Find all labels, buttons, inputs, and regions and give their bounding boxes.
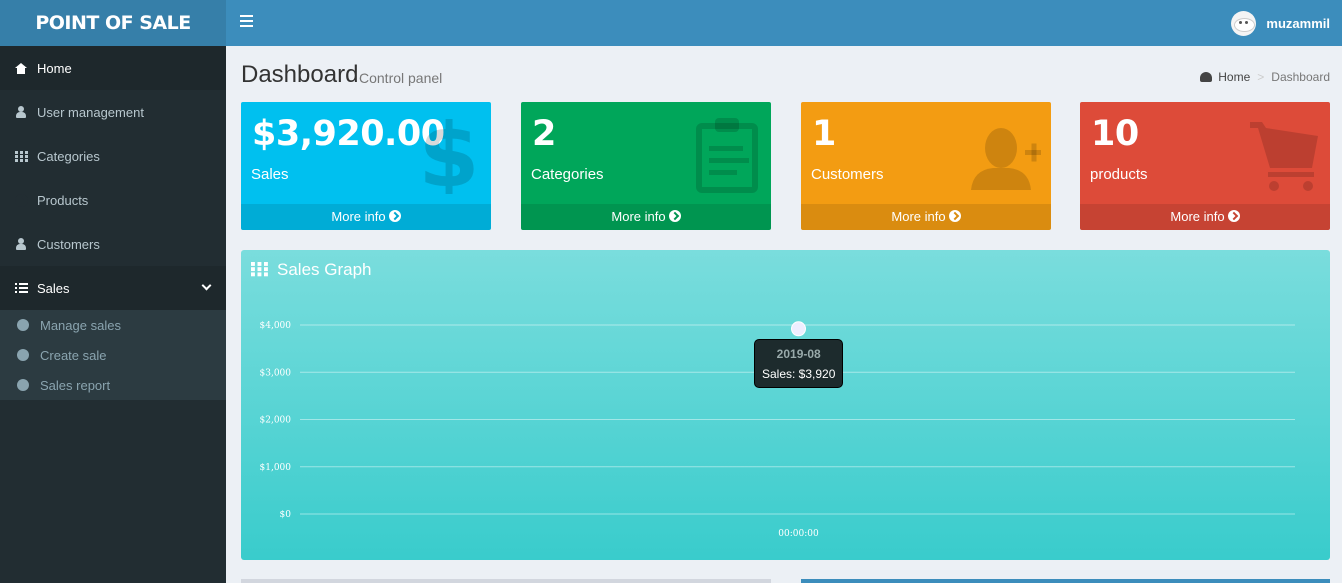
breadcrumb: Home > Dashboard (1200, 70, 1330, 84)
sidebar-item-home[interactable]: Home (0, 46, 226, 90)
submenu-item-label: Sales report (40, 377, 111, 393)
chevron-down-icon (201, 280, 212, 291)
sidebar-item-categories[interactable]: Categories (0, 134, 226, 178)
submenu-item-sales-report[interactable]: Sales report (0, 370, 226, 400)
sidebar-item-sales[interactable]: Sales (0, 266, 226, 310)
stat-value: 1 (812, 114, 836, 154)
data-point[interactable] (791, 321, 806, 337)
more-info-link[interactable]: More info (1080, 204, 1330, 230)
submenu-item-create-sale[interactable]: Create sale (0, 340, 226, 370)
more-info-link[interactable]: More info (521, 204, 771, 230)
submenu-item-label: Manage sales (40, 317, 121, 333)
sidebar: Home User management Categories Products… (0, 46, 226, 583)
breadcrumb-home-link[interactable]: Home (1218, 70, 1250, 84)
sidebar-toggle-icon[interactable] (240, 15, 253, 29)
y-tick-label: $2,000 (260, 416, 292, 426)
svg-text:$: $ (418, 114, 479, 194)
tooltip-value: Sales: $3,920 (762, 366, 836, 381)
arrow-circle-right-icon (668, 210, 681, 222)
sidebar-item-label: Home (37, 60, 72, 76)
stat-label: Sales (251, 166, 289, 183)
product-p-icon (14, 193, 28, 207)
home-icon (14, 61, 28, 75)
y-tick-label: $4,000 (260, 321, 292, 331)
submenu-item-label: Create sale (40, 347, 107, 363)
dollar-icon: $ (418, 114, 479, 194)
user-icon (14, 105, 28, 119)
x-tick-label: 00:00:00 (778, 529, 819, 539)
sales-line-chart: $0 $1,000 $2,000 $3,000 $4,000 00:00:00 (260, 321, 1295, 539)
panel-top-edge (801, 579, 1330, 583)
y-tick-label: $0 (280, 510, 292, 520)
customers-stat-box: 1 Customers More info (801, 102, 1051, 230)
clipboard-icon (696, 118, 758, 193)
sidebar-item-label: Customers (37, 236, 100, 252)
sidebar-item-label: User management (37, 104, 144, 120)
app-logo[interactable]: POINT OF SALE (0, 0, 226, 46)
stat-label: Customers (811, 166, 884, 183)
tooltip-date: 2019-08 (776, 346, 821, 361)
stat-value: 2 (532, 114, 556, 154)
th-icon (14, 149, 28, 163)
y-tick-label: $1,000 (260, 463, 292, 473)
panel-top-edge (241, 579, 771, 583)
sidebar-item-label: Products (37, 192, 89, 208)
cart-icon (1250, 122, 1318, 191)
sidebar-item-label: Sales (37, 280, 70, 296)
list-icon (14, 281, 28, 295)
sales-submenu: Manage sales Create sale Sales report (0, 310, 226, 400)
stat-label: products (1090, 166, 1148, 183)
dashboard-icon (1200, 72, 1213, 82)
circle-icon (17, 379, 29, 391)
sales-stat-box: $3,920.00 Sales $ More info (241, 102, 491, 230)
more-info-link[interactable]: More info (241, 204, 491, 230)
user-menu[interactable]: muzammil (1231, 9, 1330, 37)
sidebar-item-customers[interactable]: Customers (0, 222, 226, 266)
sidebar-item-products[interactable]: Products (0, 178, 226, 222)
sidebar-item-label: Categories (37, 148, 100, 164)
breadcrumb-current: Dashboard (1271, 70, 1330, 84)
page-title: Dashboard (241, 61, 359, 88)
arrow-circle-right-icon (948, 210, 961, 222)
user-plus-icon (971, 128, 1041, 190)
avatar (1231, 10, 1257, 36)
submenu-item-manage-sales[interactable]: Manage sales (0, 310, 226, 340)
user-icon (14, 237, 28, 251)
categories-stat-box: 2 Categories More info (521, 102, 771, 230)
top-navbar: muzammil (226, 0, 1342, 46)
y-tick-label: $3,000 (260, 368, 292, 378)
circle-icon (17, 319, 29, 331)
more-info-link[interactable]: More info (801, 204, 1051, 230)
sidebar-item-user-management[interactable]: User management (0, 90, 226, 134)
sales-graph-panel: Sales Graph $0 $1,000 $2,000 $3,000 $4,000 00… (241, 250, 1330, 560)
page-subtitle: Control panel (359, 70, 443, 86)
circle-icon (17, 349, 29, 361)
arrow-circle-right-icon (1227, 210, 1240, 222)
chart-tooltip: 2019-08 Sales: $3,920 (754, 338, 844, 388)
user-name: muzammil (1266, 15, 1330, 31)
products-stat-box: 10 products More info (1080, 102, 1330, 230)
stat-value: 10 (1091, 114, 1139, 154)
stat-label: Categories (531, 166, 604, 183)
arrow-circle-right-icon (388, 210, 401, 222)
